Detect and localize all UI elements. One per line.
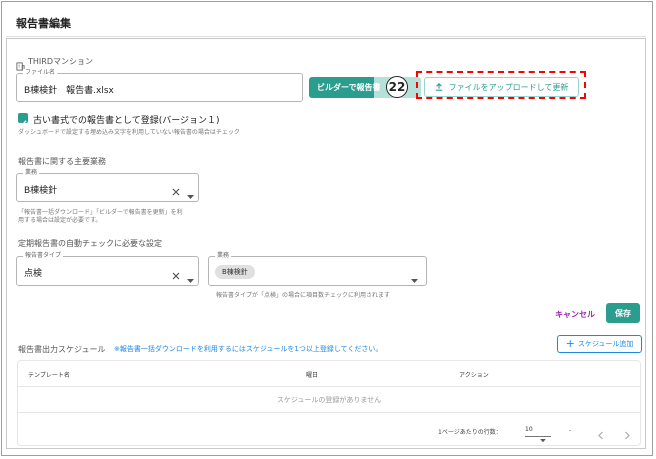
auto-check-title: 定期報告書の自動チェックに必要な設定 [18,239,162,248]
report-type-value: 点検 [24,269,43,279]
main-work-label: 業務 [23,169,40,177]
upload-icon [435,83,443,92]
file-name-field[interactable]: ファイル名 B棟検針 報告書.xlsx [16,69,303,102]
add-schedule-label: スケジュール追加 [577,340,634,348]
auto-check-work-select[interactable]: 業務 B棟検針 [208,252,427,288]
save-button[interactable]: 保存 [606,303,640,323]
file-name-value: B棟検針 報告書.xlsx [24,86,114,96]
cancel-button[interactable]: キャンセル [555,309,595,320]
file-name-label: ファイル名 [23,69,58,77]
old-format-help: ダッシュボードで設定する埋め込み文字を利用していない報告書の場合はチェック [18,129,240,136]
report-type-select[interactable]: 報告書タイプ 点検 [16,252,199,288]
save-label: 保存 [615,308,631,318]
rows-per-page-select[interactable]: 10 [525,424,551,443]
page-header: 報告書編集 [6,6,646,37]
page-title: 報告書編集 [16,17,71,30]
old-format-checkbox[interactable] [18,113,28,127]
add-schedule-button[interactable]: + スケジュール追加 [557,335,642,353]
empty-message: スケジュールの登録がありません [276,396,382,404]
upload-update-button[interactable]: ファイルをアップロードして更新 [424,77,579,97]
report-type-label: 報告書タイプ [23,252,64,260]
builder-update-label: ビルダーで報告書 [317,83,381,92]
upload-update-label: ファイルをアップロードして更新 [448,82,569,92]
rows-per-page-value: 10 [525,426,533,433]
step-number-text: 22 [388,80,406,94]
step-number-badge: 22 [386,76,408,98]
chevron-down-icon[interactable] [187,185,194,204]
divider [18,386,640,387]
chevron-down-icon [540,428,546,447]
work-chip[interactable]: B棟検針 [215,265,255,279]
schedule-table: テンプレート名 曜日 アクション スケジュールの登録がありません 1ページあたり… [17,360,641,446]
schedule-title: 報告書出力スケジュール [18,345,106,354]
clear-icon[interactable] [171,182,181,201]
chevron-right-icon[interactable] [623,425,631,444]
auto-check-work-label: 業務 [215,252,232,260]
schedule-note: ※報告書一括ダウンロードを利用するにはスケジュールを1つ以上登録してください。 [114,345,383,353]
main-work-help-2: 用する場合は設定が必要です。 [18,217,102,224]
old-format-label: 古い書式での報告書として登録(バージョン１) [33,116,220,126]
edit-card: THIRDマンション ファイル名 B棟検針 報告書.xlsx ビルダーで報告書 … [6,38,646,449]
main-work-select[interactable]: 業務 B棟検針 [16,169,199,204]
main-work-value: B棟検針 [24,186,58,196]
rows-per-page-label: 1ページあたりの行数： [438,429,502,436]
divider [18,412,640,413]
chevron-down-icon[interactable] [187,269,194,288]
chevron-down-icon[interactable] [411,269,418,288]
main-work-title: 報告書に関する主要業務 [18,157,106,166]
clear-icon[interactable] [171,266,181,285]
column-header-template: テンプレート名 [28,372,70,379]
column-header-day: 曜日 [306,372,319,379]
building-name: THIRDマンション [28,57,93,66]
page-range: - [569,427,572,434]
column-header-action: アクション [459,372,489,379]
plus-icon: + [565,337,575,350]
auto-check-help: 報告書タイプが「点検」の場合に項目数チェックに利用されます [216,292,391,299]
chevron-left-icon[interactable] [597,425,605,444]
